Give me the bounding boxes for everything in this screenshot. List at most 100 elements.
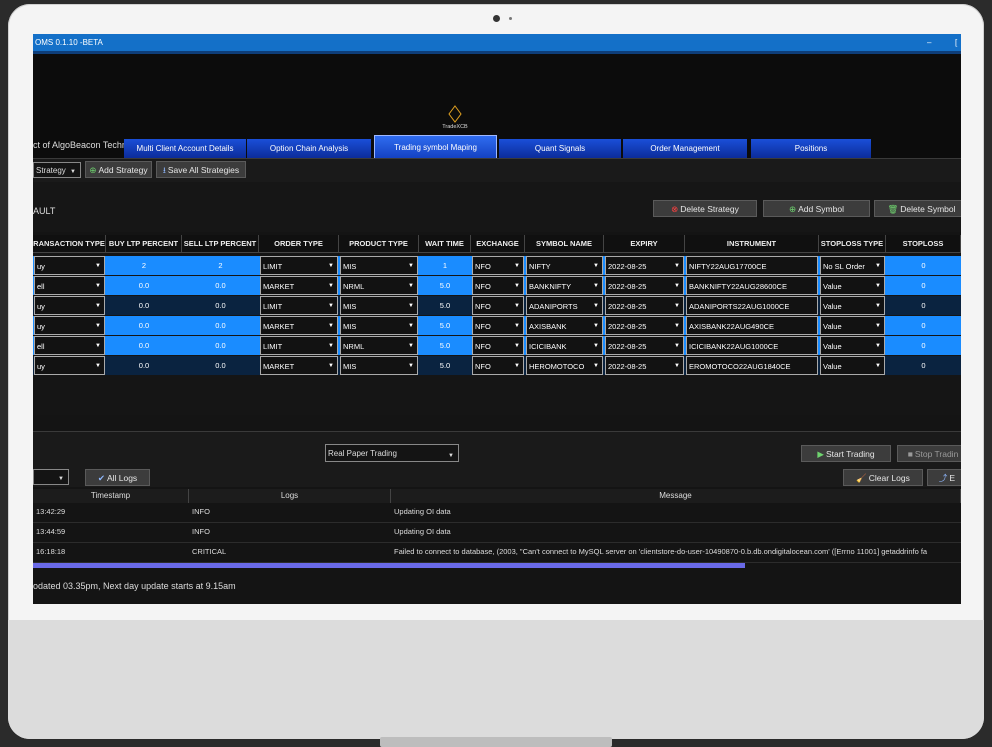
cell-sltype[interactable]: Value ▼ <box>820 336 885 355</box>
tab-0[interactable]: Multi Client Account Details <box>124 139 246 158</box>
cell-instrument[interactable]: AXISBANK22AUG490CE <box>686 316 818 335</box>
chevron-down-icon: ▼ <box>95 343 101 349</box>
chevron-down-icon: ▼ <box>448 453 454 459</box>
start-trading-button[interactable]: ▶ Start Trading <box>801 445 891 462</box>
clear-logs-button[interactable]: 🧹 Clear Logs <box>843 469 923 486</box>
chevron-down-icon: ▼ <box>875 263 881 269</box>
cell-sltype[interactable]: Value ▼ <box>820 316 885 335</box>
log-level: CRITICAL <box>192 547 227 556</box>
cell-exch[interactable]: NFO ▼ <box>472 336 524 355</box>
cell-order[interactable]: LIMIT ▼ <box>260 296 338 315</box>
plus-circle-icon: ⊕ <box>89 165 97 175</box>
cell-exch[interactable]: NFO ▼ <box>472 256 524 275</box>
column-header[interactable]: SELL LTP PERCENT <box>182 235 259 253</box>
cell-txn[interactable]: uy ▼ <box>34 356 105 375</box>
cell-expiry[interactable]: 2022-08-25 ▼ <box>605 336 684 355</box>
cell-exch[interactable]: NFO ▼ <box>472 356 524 375</box>
tab-5[interactable]: Positions <box>751 139 871 158</box>
cell-instrument[interactable]: NIFTY22AUG17700CE <box>686 256 818 275</box>
minimize-button[interactable]: – <box>927 34 931 51</box>
maximize-button[interactable]: [ <box>955 34 957 51</box>
tab-1[interactable]: Option Chain Analysis <box>247 139 371 158</box>
column-header[interactable]: STOPLOSS TYPE <box>819 235 886 253</box>
stop-trading-button[interactable]: ■ Stop Tradin <box>897 445 961 462</box>
column-header[interactable]: ORDER TYPE <box>259 235 339 253</box>
log-row-divider <box>33 562 961 563</box>
cell-txn[interactable]: uy ▼ <box>34 256 105 275</box>
chevron-down-icon: ▼ <box>328 283 334 289</box>
cell-sltype[interactable]: Value ▼ <box>820 276 885 295</box>
cell-symbol[interactable]: BANKNIFTY ▼ <box>526 276 603 295</box>
cell-product[interactable]: MIS ▼ <box>340 296 418 315</box>
chevron-down-icon: ▼ <box>408 303 414 309</box>
log-column-header[interactable]: Message <box>391 489 961 503</box>
cell-symbol[interactable]: ICICIBANK ▼ <box>526 336 603 355</box>
column-header[interactable]: BUY LTP PERCENT <box>106 235 182 253</box>
column-header[interactable]: STOPLOSS <box>886 235 961 253</box>
cell-txn[interactable]: ell ▼ <box>34 336 105 355</box>
cell-expiry[interactable]: 2022-08-25 ▼ <box>605 356 684 375</box>
cell-order[interactable]: MARKET ▼ <box>260 276 338 295</box>
cell-instrument[interactable]: EROMOTOCO22AUG1840CE <box>686 356 818 375</box>
export-logs-button[interactable]: ⤴ E <box>927 469 961 486</box>
log-column-header[interactable]: Timestamp <box>33 489 189 503</box>
cell-order[interactable]: LIMIT ▼ <box>260 336 338 355</box>
cell-expiry[interactable]: 2022-08-25 ▼ <box>605 296 684 315</box>
chevron-down-icon: ▼ <box>674 343 680 349</box>
cell-buy: 0.0 <box>138 301 150 310</box>
cell-expiry[interactable]: 2022-08-25 ▼ <box>605 256 684 275</box>
column-header[interactable]: PRODUCT TYPE <box>339 235 419 253</box>
cell-expiry[interactable]: 2022-08-25 ▼ <box>605 276 684 295</box>
add-symbol-button[interactable]: ⊕ Add Symbol <box>763 200 870 217</box>
cell-product[interactable]: NRML ▼ <box>340 336 418 355</box>
add-strategy-button[interactable]: ⊕ Add Strategy <box>85 161 152 178</box>
log-level: INFO <box>192 527 210 536</box>
cell-product[interactable]: NRML ▼ <box>340 276 418 295</box>
cell-exch[interactable]: NFO ▼ <box>472 316 524 335</box>
chevron-down-icon: ▼ <box>875 363 881 369</box>
tab-4[interactable]: Order Management <box>623 139 747 158</box>
cell-instrument[interactable]: ICICIBANK22AUG1000CE <box>686 336 818 355</box>
cell-order[interactable]: MARKET ▼ <box>260 356 338 375</box>
column-header[interactable]: EXCHANGE <box>471 235 525 253</box>
cell-instrument[interactable]: ADANIPORTS22AUG1000CE <box>686 296 818 315</box>
column-header[interactable]: INSTRUMENT <box>685 235 819 253</box>
all-logs-button[interactable]: ✔ All Logs <box>85 469 150 486</box>
cell-txn[interactable]: ell ▼ <box>34 276 105 295</box>
cell-symbol[interactable]: AXISBANK ▼ <box>526 316 603 335</box>
cell-symbol[interactable]: NIFTY ▼ <box>526 256 603 275</box>
chevron-down-icon: ▼ <box>514 323 520 329</box>
column-header[interactable]: SYMBOL NAME <box>525 235 604 253</box>
cell-order[interactable]: LIMIT ▼ <box>260 256 338 275</box>
cell-product[interactable]: MIS ▼ <box>340 256 418 275</box>
column-header[interactable]: RANSACTION TYPE <box>33 235 106 253</box>
strategy-select[interactable]: Strategy ▼ <box>33 162 81 178</box>
cell-sltype[interactable]: Value ▼ <box>820 296 885 315</box>
delete-symbol-button[interactable]: 🗑 Delete Symbol <box>874 200 961 217</box>
cell-exch[interactable]: NFO ▼ <box>472 276 524 295</box>
cell-symbol[interactable]: ADANIPORTS ▼ <box>526 296 603 315</box>
column-header[interactable]: EXPIRY <box>604 235 685 253</box>
log-column-header[interactable]: Logs <box>189 489 391 503</box>
cell-order[interactable]: MARKET ▼ <box>260 316 338 335</box>
save-all-strategies-button[interactable]: ⭳ Save All Strategies <box>156 161 246 178</box>
cell-exch[interactable]: NFO ▼ <box>472 296 524 315</box>
trading-mode-select[interactable]: Real Paper Trading ▼ <box>325 444 459 462</box>
cell-txn[interactable]: uy ▼ <box>34 296 105 315</box>
delete-strategy-button[interactable]: ⊗ Delete Strategy <box>653 200 757 217</box>
cell-sltype[interactable]: Value ▼ <box>820 356 885 375</box>
cell-wait: 5.0 <box>439 361 451 370</box>
chevron-down-icon: ▼ <box>328 303 334 309</box>
cell-product[interactable]: MIS ▼ <box>340 316 418 335</box>
cell-product[interactable]: MIS ▼ <box>340 356 418 375</box>
tab-3[interactable]: Quant Signals <box>499 139 621 158</box>
cell-symbol[interactable]: HEROMOTOCO ▼ <box>526 356 603 375</box>
column-header[interactable]: WAIT TIME <box>419 235 471 253</box>
cell-sltype[interactable]: No SL Order ▼ <box>820 256 885 275</box>
log-level-select[interactable]: ▼ <box>33 469 69 485</box>
cell-txn[interactable]: uy ▼ <box>34 316 105 335</box>
cell-instrument[interactable]: BANKNIFTY22AUG28600CE <box>686 276 818 295</box>
tab-2[interactable]: Trading symbol Maping <box>374 135 497 159</box>
cell-expiry[interactable]: 2022-08-25 ▼ <box>605 316 684 335</box>
cell-wait: 5.0 <box>439 281 451 290</box>
